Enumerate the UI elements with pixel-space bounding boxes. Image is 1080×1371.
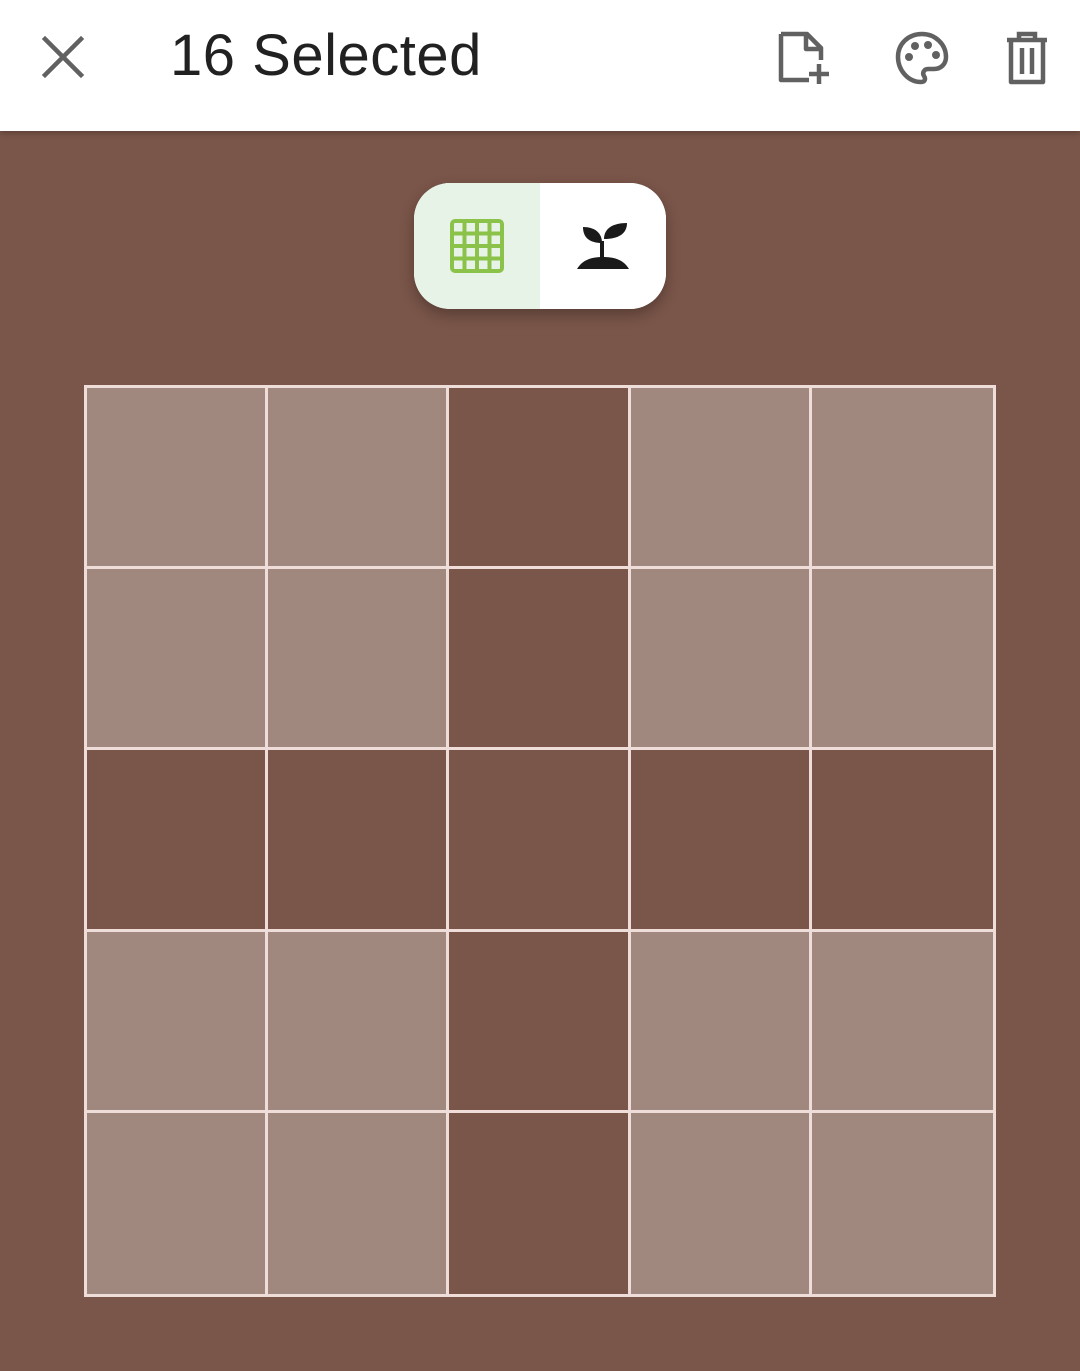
grid-cell[interactable] xyxy=(87,931,269,1113)
grid-cell[interactable] xyxy=(268,569,450,751)
plant-view-toggle[interactable] xyxy=(540,183,666,309)
grid-cell[interactable] xyxy=(811,569,993,751)
grid-cell[interactable] xyxy=(449,1112,631,1294)
color-palette-button[interactable] xyxy=(884,20,960,96)
grid-cell[interactable] xyxy=(268,750,450,932)
delete-button[interactable] xyxy=(989,20,1065,96)
view-mode-toggle xyxy=(414,183,666,309)
palette-icon xyxy=(895,31,949,85)
note-add-icon xyxy=(778,31,829,84)
grid-cell[interactable] xyxy=(811,750,993,932)
trash-icon xyxy=(1007,31,1047,85)
grid-cell[interactable] xyxy=(630,1112,812,1294)
garden-grid xyxy=(84,385,996,1297)
grid-cell[interactable] xyxy=(811,931,993,1113)
grid-cell[interactable] xyxy=(630,569,812,751)
grid-cell[interactable] xyxy=(268,931,450,1113)
grid-cell[interactable] xyxy=(449,388,631,570)
grid-cell[interactable] xyxy=(87,750,269,932)
close-icon xyxy=(41,35,85,79)
grid-cell[interactable] xyxy=(630,931,812,1113)
grid-cell[interactable] xyxy=(449,750,631,932)
grid-cell[interactable] xyxy=(87,569,269,751)
grid-cell[interactable] xyxy=(268,1112,450,1294)
sprout-icon xyxy=(577,223,629,269)
grid-cell[interactable] xyxy=(630,388,812,570)
grid-view-toggle[interactable] xyxy=(414,183,540,309)
grid-cell[interactable] xyxy=(449,931,631,1113)
close-selection-button[interactable] xyxy=(22,16,104,98)
grid-cell[interactable] xyxy=(87,388,269,570)
selection-count-title: 16 Selected xyxy=(170,23,482,88)
grid-cell[interactable] xyxy=(630,750,812,932)
top-app-bar: 16 Selected xyxy=(0,0,1080,131)
grid-cell[interactable] xyxy=(268,388,450,570)
grid-cell[interactable] xyxy=(811,1112,993,1294)
grid-cell[interactable] xyxy=(811,388,993,570)
grid-cell[interactable] xyxy=(87,1112,269,1294)
add-file-button[interactable] xyxy=(765,20,841,96)
grid-icon xyxy=(450,219,504,273)
grid-cell[interactable] xyxy=(449,569,631,751)
